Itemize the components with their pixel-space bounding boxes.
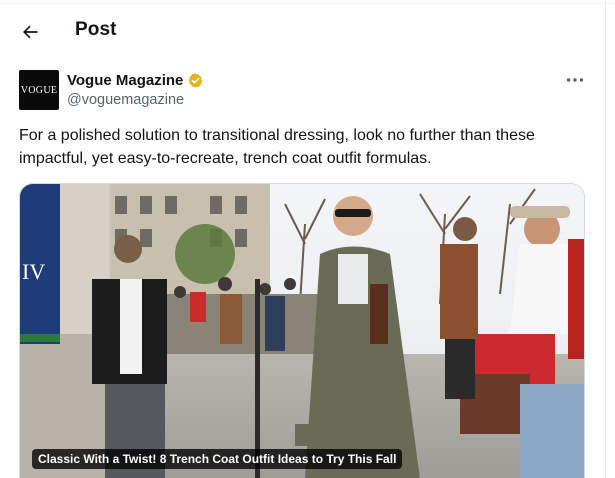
verified-badge-icon [188, 72, 203, 88]
avatar[interactable]: VOGUE [19, 70, 59, 110]
post-media[interactable]: IV Classic With a Twist! 8 Trench Coat O… [19, 183, 585, 478]
author-handle[interactable]: @voguemagazine [67, 92, 204, 108]
column-border [605, 0, 606, 478]
media-image: IV [20, 184, 584, 478]
author-block: Vogue Magazine @voguemagazine [67, 70, 204, 108]
avatar-logo: VOGUE [20, 84, 58, 96]
arrow-left-icon [23, 25, 38, 39]
back-button[interactable] [14, 16, 46, 48]
more-options-button[interactable] [562, 68, 588, 92]
author-name[interactable]: Vogue Magazine [67, 72, 183, 89]
page-title: Post [75, 19, 117, 40]
media-caption: Classic With a Twist! 8 Trench Coat Outf… [32, 449, 403, 469]
page-header: Post [0, 10, 605, 54]
top-divider [0, 3, 615, 4]
post-text: For a polished solution to transitional … [19, 127, 535, 167]
post-detail-view: Post VOGUE Vogue Magazine @voguemagazine… [0, 0, 615, 478]
street-sign-text: IV [22, 259, 45, 284]
more-horizontal-icon [566, 78, 584, 82]
